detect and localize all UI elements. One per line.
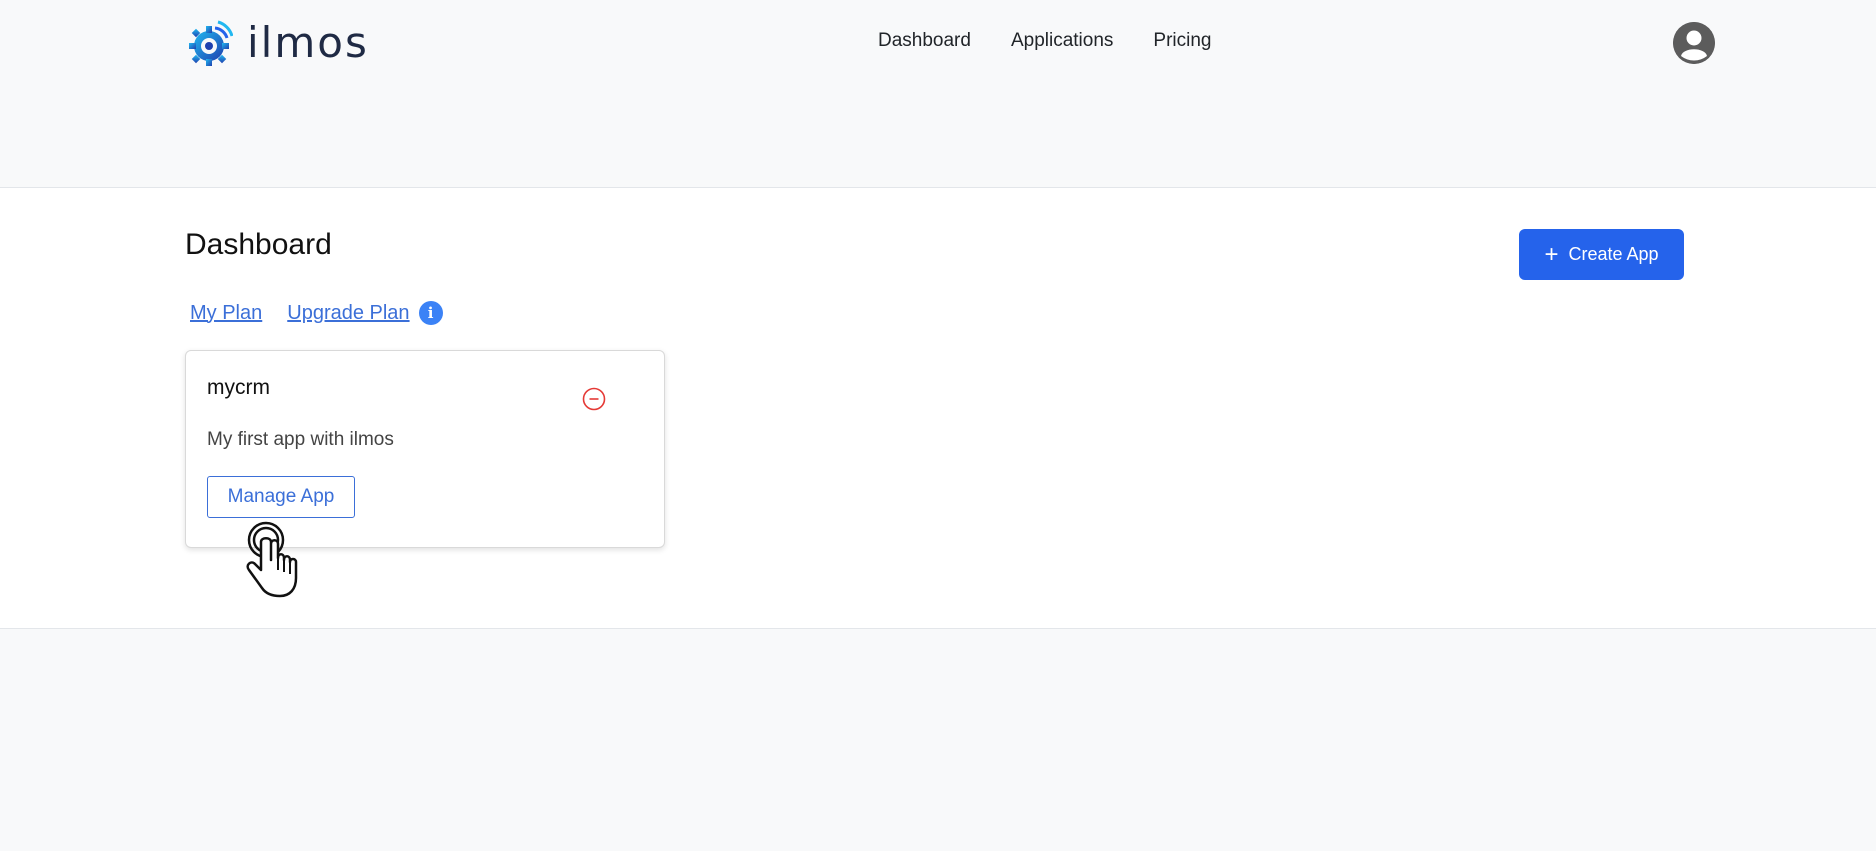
nav-dashboard[interactable]: Dashboard — [878, 30, 971, 52]
logo-gear-icon — [189, 20, 233, 66]
nav-applications[interactable]: Applications — [1011, 30, 1113, 52]
nav-pricing[interactable]: Pricing — [1153, 30, 1211, 52]
app-description: My first app with ilmos — [207, 429, 394, 450]
main-nav: Dashboard Applications Pricing — [878, 30, 1211, 52]
logo-text: ilmos — [247, 18, 369, 67]
plan-links: My Plan Upgrade Plan i — [190, 301, 443, 325]
top-header: ilmos Dashboard Applications Pricing — [0, 0, 1876, 188]
remove-circle-icon[interactable] — [582, 387, 606, 411]
create-app-button[interactable]: + Create App — [1519, 229, 1684, 280]
info-icon[interactable]: i — [418, 301, 443, 325]
upgrade-plan-link[interactable]: Upgrade Plan — [287, 302, 409, 325]
plus-icon: + — [1544, 240, 1559, 268]
user-avatar-icon[interactable] — [1673, 22, 1715, 64]
hand-pointer-cursor-icon — [246, 521, 298, 598]
my-plan-link[interactable]: My Plan — [190, 302, 262, 325]
logo[interactable]: ilmos — [185, 18, 369, 68]
create-app-label: Create App — [1568, 244, 1659, 264]
manage-app-button[interactable]: Manage App — [207, 476, 355, 518]
page-title: Dashboard — [185, 228, 332, 261]
app-card: mycrm My first app with ilmos Manage App — [185, 350, 665, 548]
app-name: mycrm — [207, 376, 270, 399]
